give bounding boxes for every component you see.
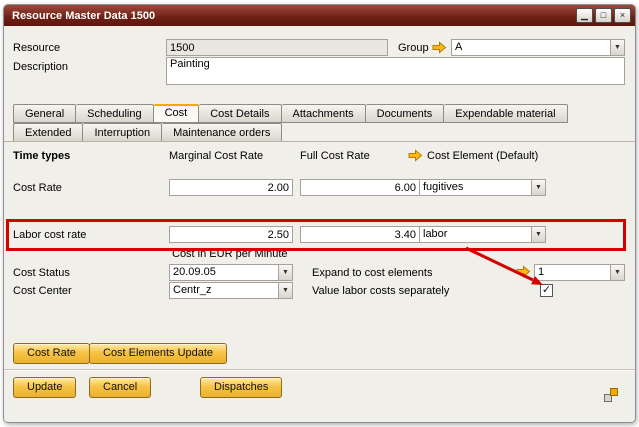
value-labor-costs-label: Value labor costs separately <box>312 285 449 297</box>
labor-cost-rate-full-input[interactable] <box>300 226 420 243</box>
cost-status-label: Cost Status <box>13 267 70 279</box>
desktop-frame: Resource Master Data 1500 ▁ □ × Resource… <box>0 0 639 427</box>
window-title: Resource Master Data 1500 <box>12 10 574 22</box>
cost-rate-button[interactable]: Cost Rate <box>13 343 90 364</box>
dispatches-button[interactable]: Dispatches <box>200 377 282 398</box>
description-label: Description <box>13 61 68 73</box>
cost-rate-element-value: fugitives <box>420 180 531 195</box>
tab-scheduling[interactable]: Scheduling <box>76 104 153 123</box>
dropdown-arrow-icon[interactable]: ▼ <box>531 227 545 242</box>
dropdown-arrow-icon[interactable]: ▼ <box>610 265 624 280</box>
dropdown-arrow-icon[interactable]: ▼ <box>278 283 292 298</box>
update-button[interactable]: Update <box>13 377 76 398</box>
unit-note: Cost in EUR per Minute <box>172 248 288 260</box>
link-arrow-icon[interactable] <box>516 265 531 278</box>
cost-status-select[interactable]: 20.09.05 ▼ <box>169 264 293 281</box>
tab-strip-divider <box>4 141 635 142</box>
cost-rate-marginal-input[interactable] <box>169 179 293 196</box>
tab-extended[interactable]: Extended <box>13 123 83 142</box>
cost-center-label: Cost Center <box>13 285 72 297</box>
link-arrow-icon[interactable] <box>432 41 447 54</box>
value-labor-costs-checkbox[interactable]: ✓ <box>540 284 553 297</box>
labor-cost-rate-element-select[interactable]: labor ▼ <box>419 226 546 243</box>
tab-strip-row2: Extended Interruption Maintenance orders <box>13 123 282 142</box>
button-row-divider <box>4 369 635 371</box>
full-cost-rate-header: Full Cost Rate <box>300 150 370 162</box>
group-label: Group <box>398 42 429 54</box>
labor-cost-rate-row-label: Labor cost rate <box>13 229 86 241</box>
cost-rate-full-input[interactable] <box>300 179 420 196</box>
tab-expendable-material[interactable]: Expendable material <box>444 104 567 123</box>
tab-attachments[interactable]: Attachments <box>282 104 366 123</box>
tab-strip-row1: General Scheduling Cost Cost Details Att… <box>13 104 568 123</box>
tab-maintenance-orders[interactable]: Maintenance orders <box>162 123 282 142</box>
expand-to-cost-elements-value: 1 <box>535 265 610 280</box>
tab-general[interactable]: General <box>13 104 76 123</box>
time-types-header: Time types <box>13 150 70 162</box>
description-input[interactable]: Painting <box>166 57 625 85</box>
dropdown-arrow-icon[interactable]: ▼ <box>278 265 292 280</box>
resource-label: Resource <box>13 42 60 54</box>
group-select[interactable]: A ▼ <box>451 39 625 56</box>
tab-documents[interactable]: Documents <box>366 104 445 123</box>
tab-cost-details[interactable]: Cost Details <box>199 104 281 123</box>
window-body: Resource Group A ▼ Description Painting … <box>4 26 635 422</box>
resource-input[interactable] <box>166 39 388 56</box>
resource-master-data-window: Resource Master Data 1500 ▁ □ × Resource… <box>3 4 636 423</box>
cost-center-select[interactable]: Centr_z ▼ <box>169 282 293 299</box>
cost-status-value: 20.09.05 <box>170 265 278 280</box>
cost-element-header: Cost Element (Default) <box>427 150 538 162</box>
form-resize-icon[interactable] <box>602 386 620 404</box>
expand-to-cost-elements-select[interactable]: 1 ▼ <box>534 264 625 281</box>
minimize-button[interactable]: ▁ <box>576 8 593 23</box>
maximize-button[interactable]: □ <box>595 8 612 23</box>
tab-cost[interactable]: Cost <box>154 104 200 123</box>
cancel-button[interactable]: Cancel <box>89 377 151 398</box>
tab-interruption[interactable]: Interruption <box>83 123 162 142</box>
labor-cost-rate-marginal-input[interactable] <box>169 226 293 243</box>
dropdown-arrow-icon[interactable]: ▼ <box>531 180 545 195</box>
group-select-value: A <box>452 40 610 55</box>
cost-center-value: Centr_z <box>170 283 278 298</box>
cost-rate-element-select[interactable]: fugitives ▼ <box>419 179 546 196</box>
marginal-cost-rate-header: Marginal Cost Rate <box>169 150 263 162</box>
link-arrow-icon[interactable] <box>408 149 423 162</box>
cost-rate-row-label: Cost Rate <box>13 182 62 194</box>
checkbox-check-icon: ✓ <box>542 284 551 296</box>
expand-to-cost-elements-label: Expand to cost elements <box>312 267 432 279</box>
close-button[interactable]: × <box>614 8 631 23</box>
labor-cost-rate-element-value: labor <box>420 227 531 242</box>
cost-elements-update-button[interactable]: Cost Elements Update <box>89 343 227 364</box>
dropdown-arrow-icon[interactable]: ▼ <box>610 40 624 55</box>
title-bar[interactable]: Resource Master Data 1500 ▁ □ × <box>4 5 635 26</box>
